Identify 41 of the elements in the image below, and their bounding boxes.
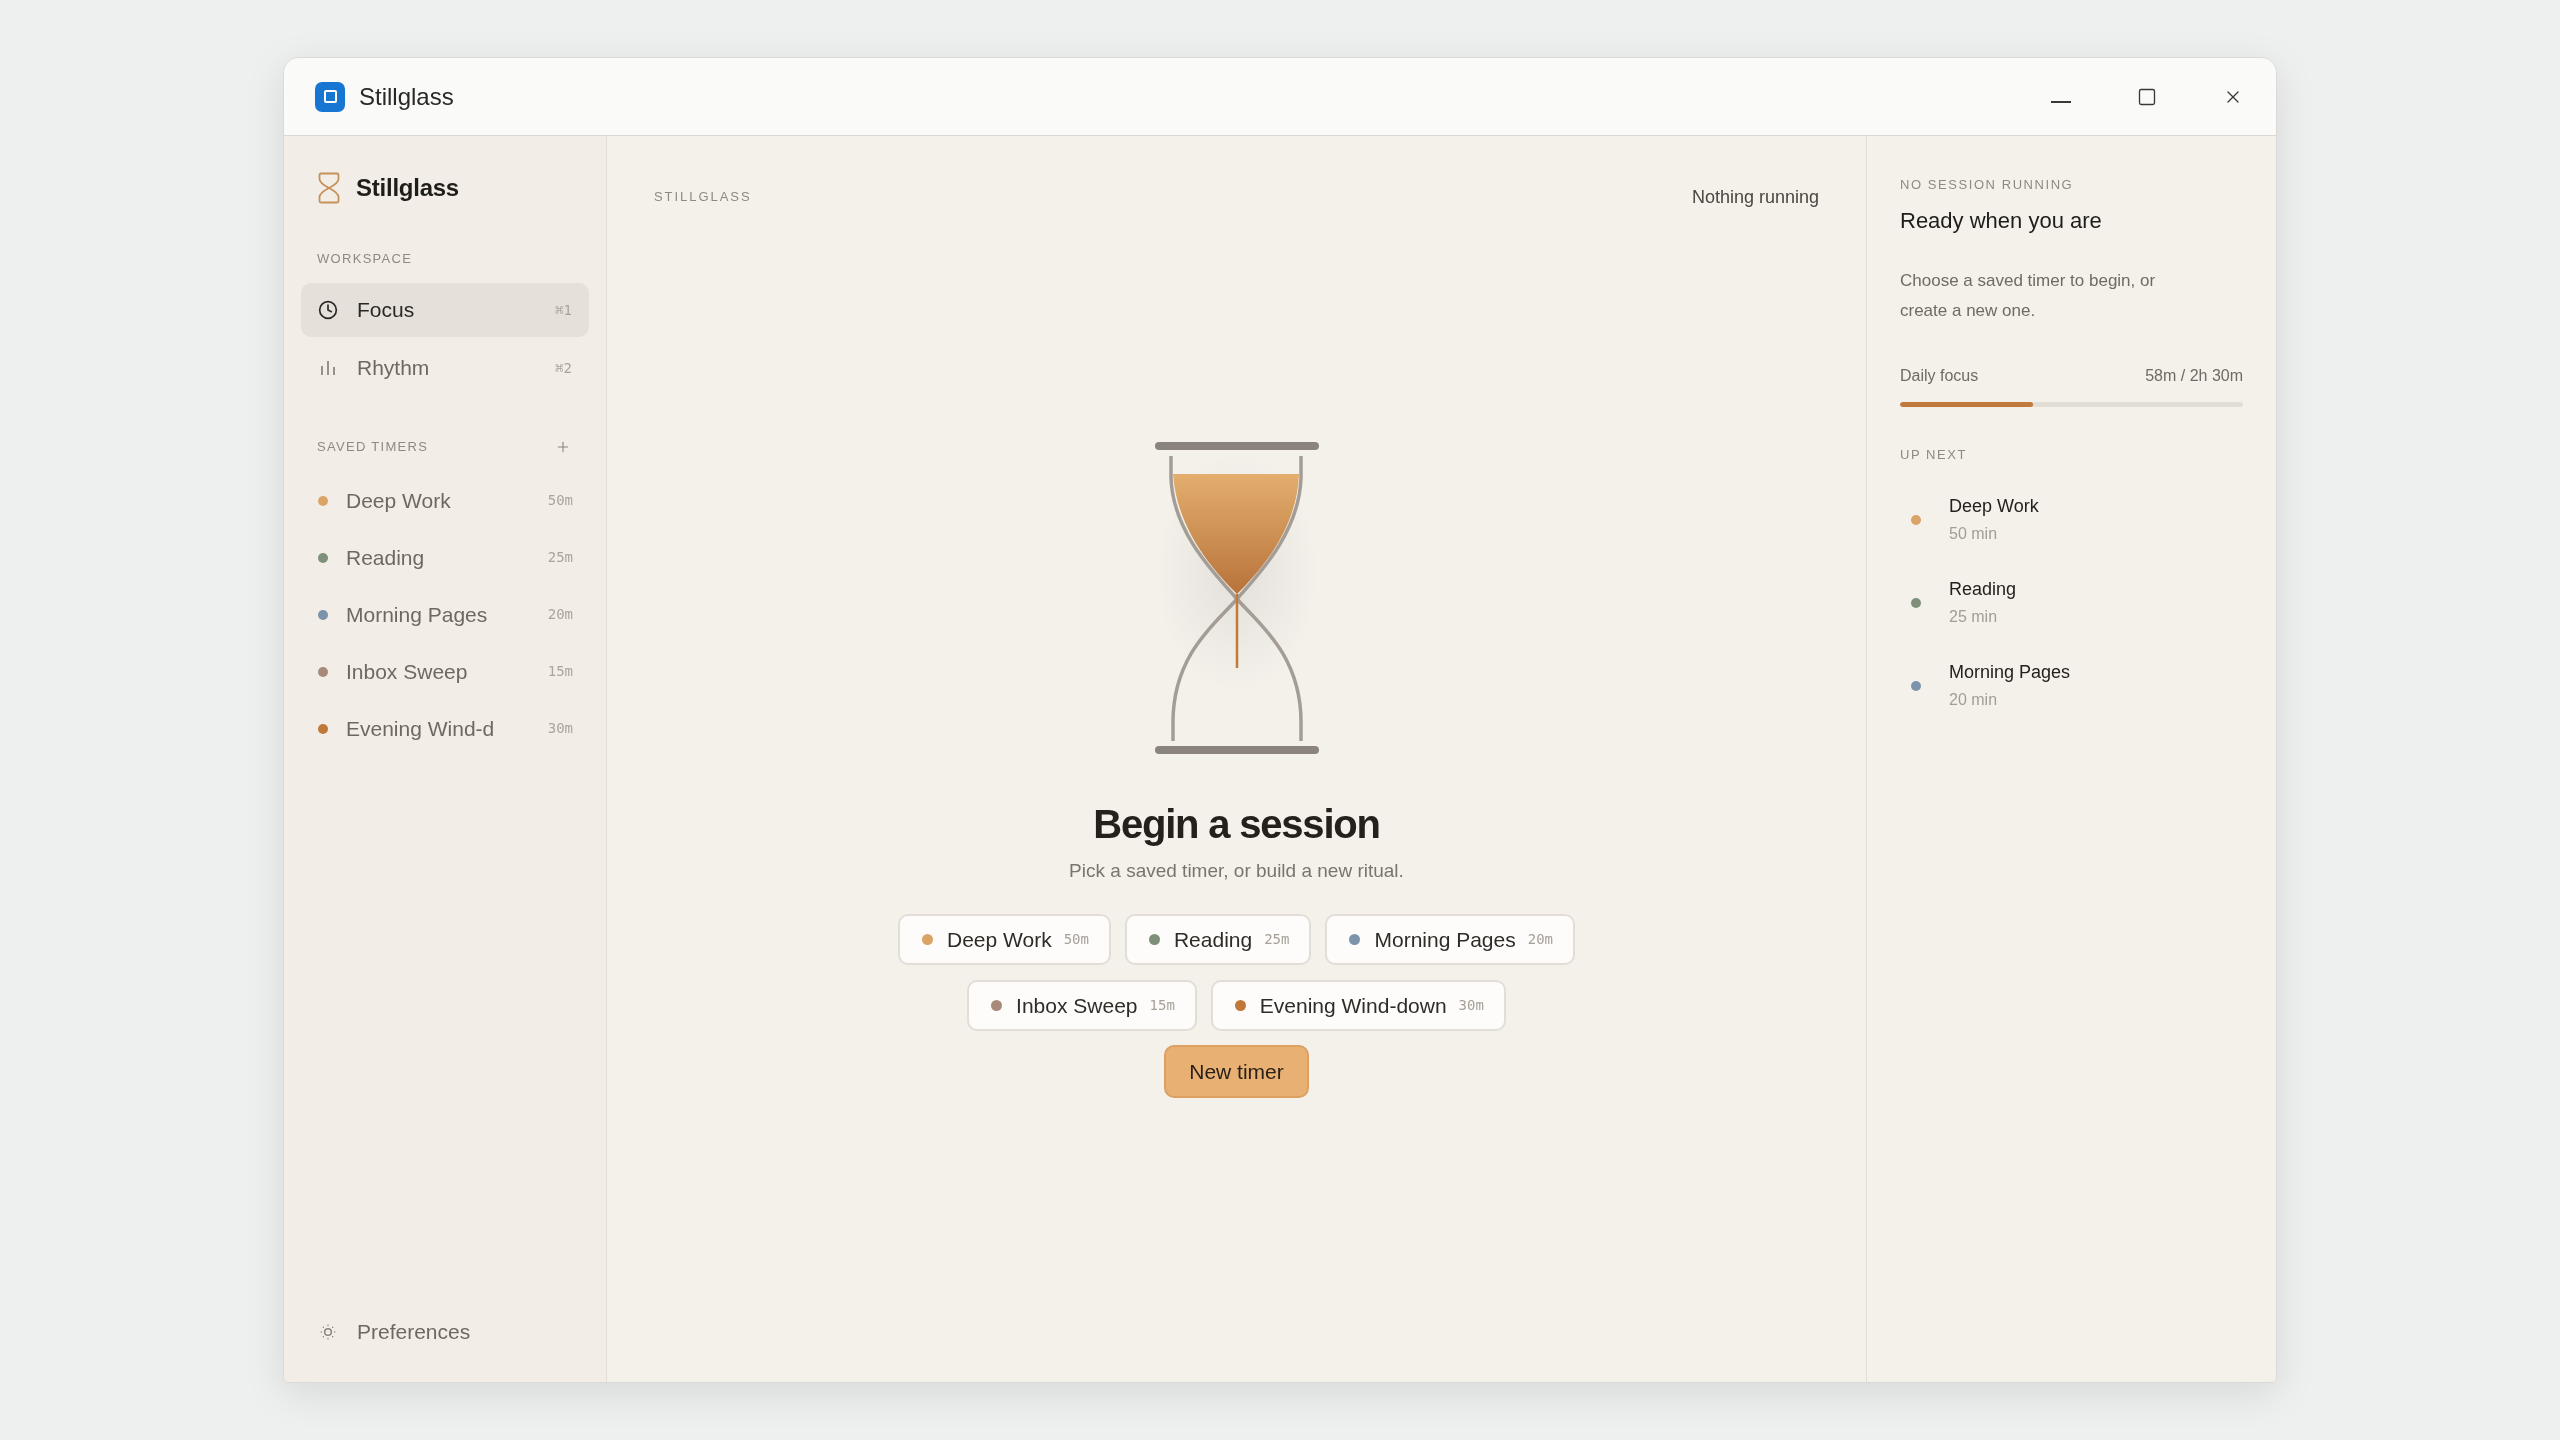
saved-timer-item[interactable]: Deep Work 50m (301, 472, 589, 529)
hourglass-logo-icon (318, 172, 340, 204)
window-title: Stillglass (359, 81, 454, 112)
section-heading: WORKSPACE (316, 250, 414, 268)
section-heading: SAVED TIMERS (317, 438, 429, 457)
saved-timer-item[interactable]: Evening Wind-d 30m (301, 700, 589, 757)
panel-title: Ready when you are (1900, 207, 2103, 235)
saved-timer-item[interactable]: Morning Pages 20m (301, 586, 589, 643)
saved-timer-item[interactable]: Inbox Sweep 15m (301, 643, 589, 700)
page-eyebrow: STILLGLASS (654, 188, 752, 207)
brand-name: Stillglass (356, 173, 459, 203)
maximize-icon (2137, 86, 2157, 107)
saved-timer-item[interactable]: Reading 25m (301, 529, 589, 586)
clock-icon (318, 300, 338, 320)
app-icon (315, 81, 345, 112)
page-subtitle: Pick a saved timer, or build a new ritual. (1069, 859, 1404, 883)
status-text: Nothing running (1691, 185, 1819, 209)
minimize-icon (2051, 100, 2071, 103)
timer-chip[interactable]: Morning Pages 20m (1325, 914, 1575, 965)
preferences-button[interactable]: Preferences (301, 1308, 471, 1356)
page-title: Begin a session (1093, 801, 1380, 848)
up-next-item[interactable]: Morning Pages 20 min (1900, 660, 2071, 712)
new-timer-button[interactable]: New timer (1164, 1045, 1309, 1098)
bar-chart-icon (320, 361, 336, 375)
timer-chip[interactable]: Deep Work 50m (898, 914, 1111, 965)
section-heading: UP NEXT (1900, 447, 1969, 463)
maximize-button[interactable] (2137, 86, 2157, 107)
daily-focus-label: Daily focus (1900, 366, 1979, 386)
up-next-item[interactable]: Deep Work 50 min (1900, 494, 2039, 546)
daily-focus-reading: 58m / 2h 30m (2145, 366, 2243, 386)
panel-eyebrow: NO SESSION RUNNING (1900, 177, 2075, 193)
timer-chip[interactable]: Reading 25m (1124, 914, 1312, 965)
timer-chip[interactable]: Inbox Sweep 15m (967, 980, 1197, 1031)
timer-chip[interactable]: Evening Wind-down 30m (1210, 980, 1506, 1031)
panel-description: Choose a saved timer to begin, or create a new one. (1900, 270, 2157, 322)
sun-icon (318, 1322, 338, 1342)
plus-icon (555, 439, 571, 455)
minimize-button[interactable] (2051, 100, 2071, 103)
up-next-item[interactable]: Reading 25 min (1900, 577, 2017, 629)
nav-item[interactable]: Rhythm ⌘2 (301, 341, 589, 395)
nav-item[interactable]: Focus ⌘1 (301, 283, 589, 337)
